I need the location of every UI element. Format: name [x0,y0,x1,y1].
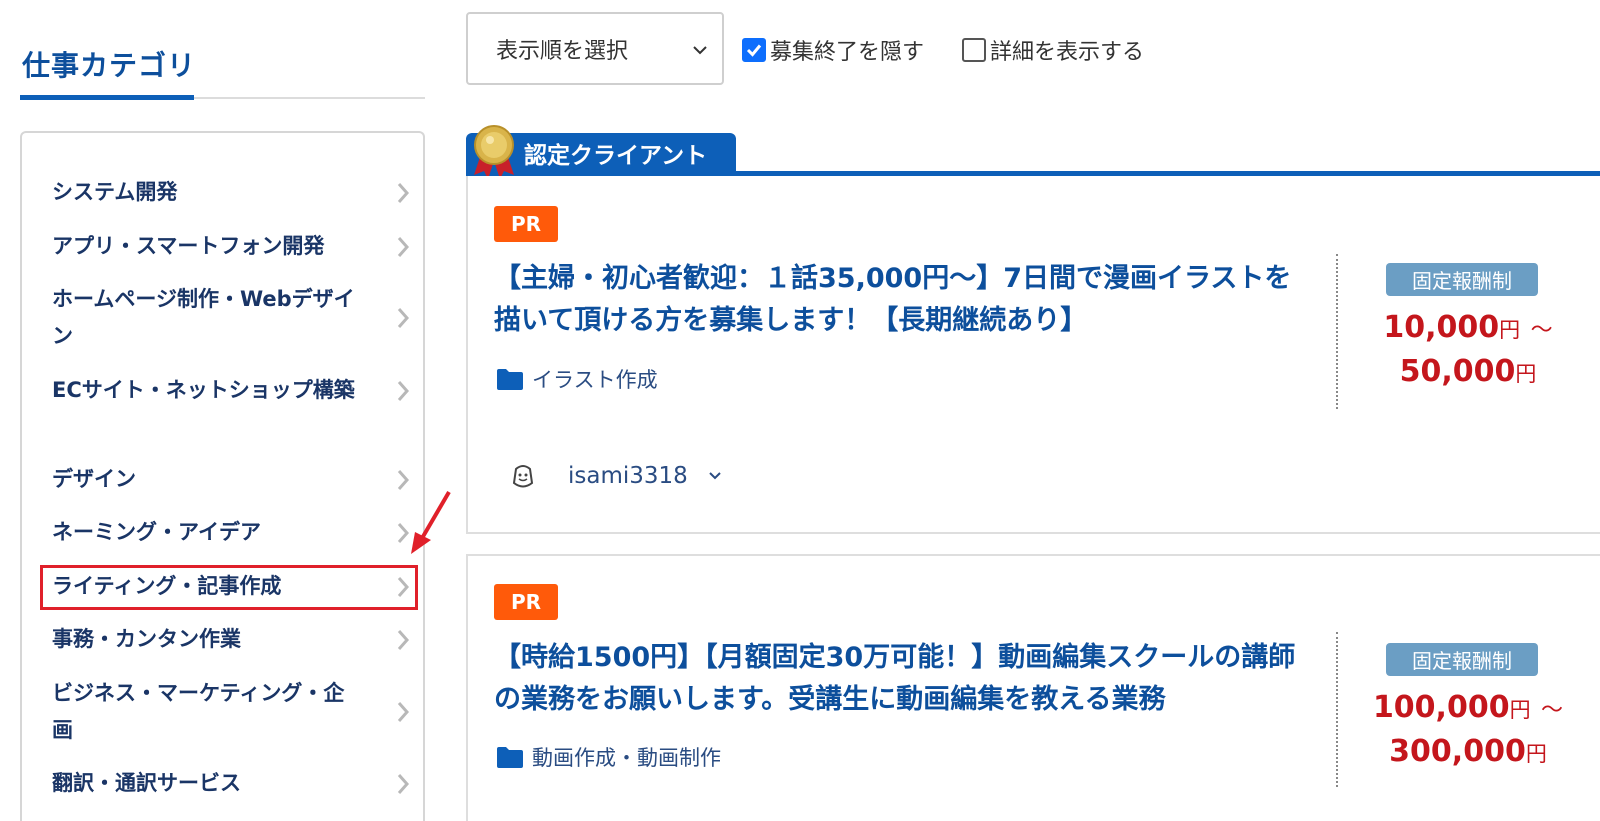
medal-icon [474,125,514,179]
price-max-line: 50,000円 [1348,354,1588,389]
checkbox-checked-icon[interactable] [742,38,766,62]
sidebar-item-app-dev[interactable]: アプリ・スマートフォン開発 [52,228,412,265]
price-tilde: 〜 [1541,698,1564,723]
price-min: 100,000 [1372,690,1510,725]
job-category-link[interactable]: 動画作成・動画制作 [496,742,721,772]
sidebar-item-label: 翻訳・通訳サービス [52,771,241,795]
chevron-right-icon [394,772,412,796]
sidebar-item-label: 事務・カンタン作業 [52,627,241,651]
sidebar-item-web-design[interactable]: ホームページ制作・Webデザイン [52,281,412,355]
sidebar-item-translation[interactable]: 翻訳・通訳サービス [52,765,412,802]
certified-client-label: 認定クライアント [524,143,708,169]
yen-unit: 円 [1515,362,1537,386]
user-avatar-icon [512,465,534,488]
yen-unit: 円 [1525,742,1547,766]
sidebar-item-business[interactable]: ビジネス・マーケティング・企画 [52,675,412,749]
price-min-line: 100,000円 〜 [1348,690,1588,725]
sidebar-item-label: ビジネス・マーケティング・企画 [52,681,345,742]
chevron-right-icon [394,700,412,724]
price-max: 300,000 [1389,734,1526,769]
pay-type-badge: 固定報酬制 [1386,263,1538,296]
price-min-line: 10,000円 〜 [1348,310,1588,345]
pr-badge: PR [494,206,558,242]
sidebar-item-label: ホームページ制作・Webデザイン [52,287,355,348]
sort-order-select[interactable]: 表示順を選択 [466,12,724,85]
show-details-checkbox[interactable]: 詳細を表示する [962,34,1144,66]
chevron-right-icon [394,628,412,652]
yen-unit: 円 [1499,318,1521,342]
price-max-line: 300,000円 [1348,734,1588,769]
folder-icon [497,369,523,390]
price-divider [1336,254,1338,409]
sidebar-item-system-dev[interactable]: システム開発 [52,174,412,211]
job-category-label: イラスト作成 [532,368,658,392]
sidebar-item-naming[interactable]: ネーミング・アイデア [52,514,412,551]
sidebar-item-label: アプリ・スマートフォン開発 [52,234,325,258]
pay-type-badge: 固定報酬制 [1386,643,1538,676]
sidebar-item-label: ECサイト・ネットショップ構築 [52,378,355,402]
sort-order-label: 表示順を選択 [496,38,629,64]
hide-closed-label: 募集終了を隠す [770,40,925,65]
sidebar-item-design[interactable]: デザイン [52,461,412,498]
sidebar-item-label: ネーミング・アイデア [52,520,261,544]
chevron-right-icon [394,306,412,330]
sidebar-item-label: システム開発 [52,180,178,204]
category-sidebar: 仕事カテゴリ システム開発 アプリ・スマートフォン開発 ホームページ制作・Web… [20,0,451,821]
highlight-annotation-box [40,565,418,610]
job-card[interactable]: PR 【主婦・初心者歓迎：１話35,000円〜】7日間で漫画イラストを描いて頂け… [466,176,1600,534]
client-user-menu[interactable]: isami3318 [508,461,724,491]
checkbox-unchecked-icon[interactable] [962,38,986,62]
chevron-down-icon [693,46,707,55]
chevron-right-icon [394,181,412,205]
price-max: 50,000 [1399,354,1516,389]
heading-accent-bar [20,95,194,100]
job-title-link[interactable]: 【時給1500円】【月額固定30万可能！】動画編集スクールの講師の業務をお願いし… [494,637,1314,721]
price-divider [1336,632,1338,787]
client-username: isami3318 [568,463,688,489]
job-title-link[interactable]: 【主婦・初心者歓迎：１話35,000円〜】7日間で漫画イラストを描いて頂ける方を… [494,258,1314,342]
pr-badge: PR [494,584,558,620]
sidebar-item-label: デザイン [52,467,136,491]
category-heading: 仕事カテゴリ [22,49,197,82]
folder-icon [497,747,523,768]
chevron-right-icon [394,235,412,259]
price-tilde: 〜 [1530,318,1553,343]
yen-unit: 円 [1509,698,1531,722]
price-min: 10,000 [1383,310,1500,345]
sidebar-item-ec-site[interactable]: ECサイト・ネットショップ構築 [52,372,412,409]
show-details-label: 詳細を表示する [990,40,1145,65]
chevron-down-icon [709,472,721,480]
sidebar-item-office-work[interactable]: 事務・カンタン作業 [52,621,412,658]
chevron-right-icon [394,379,412,403]
hide-closed-checkbox[interactable]: 募集終了を隠す [742,34,924,66]
red-arrow-annotation [411,490,451,554]
job-card[interactable]: PR 【時給1500円】【月額固定30万可能！】動画編集スクールの講師の業務をお… [466,554,1600,821]
job-category-link[interactable]: イラスト作成 [496,364,658,394]
job-category-label: 動画作成・動画制作 [532,746,721,770]
